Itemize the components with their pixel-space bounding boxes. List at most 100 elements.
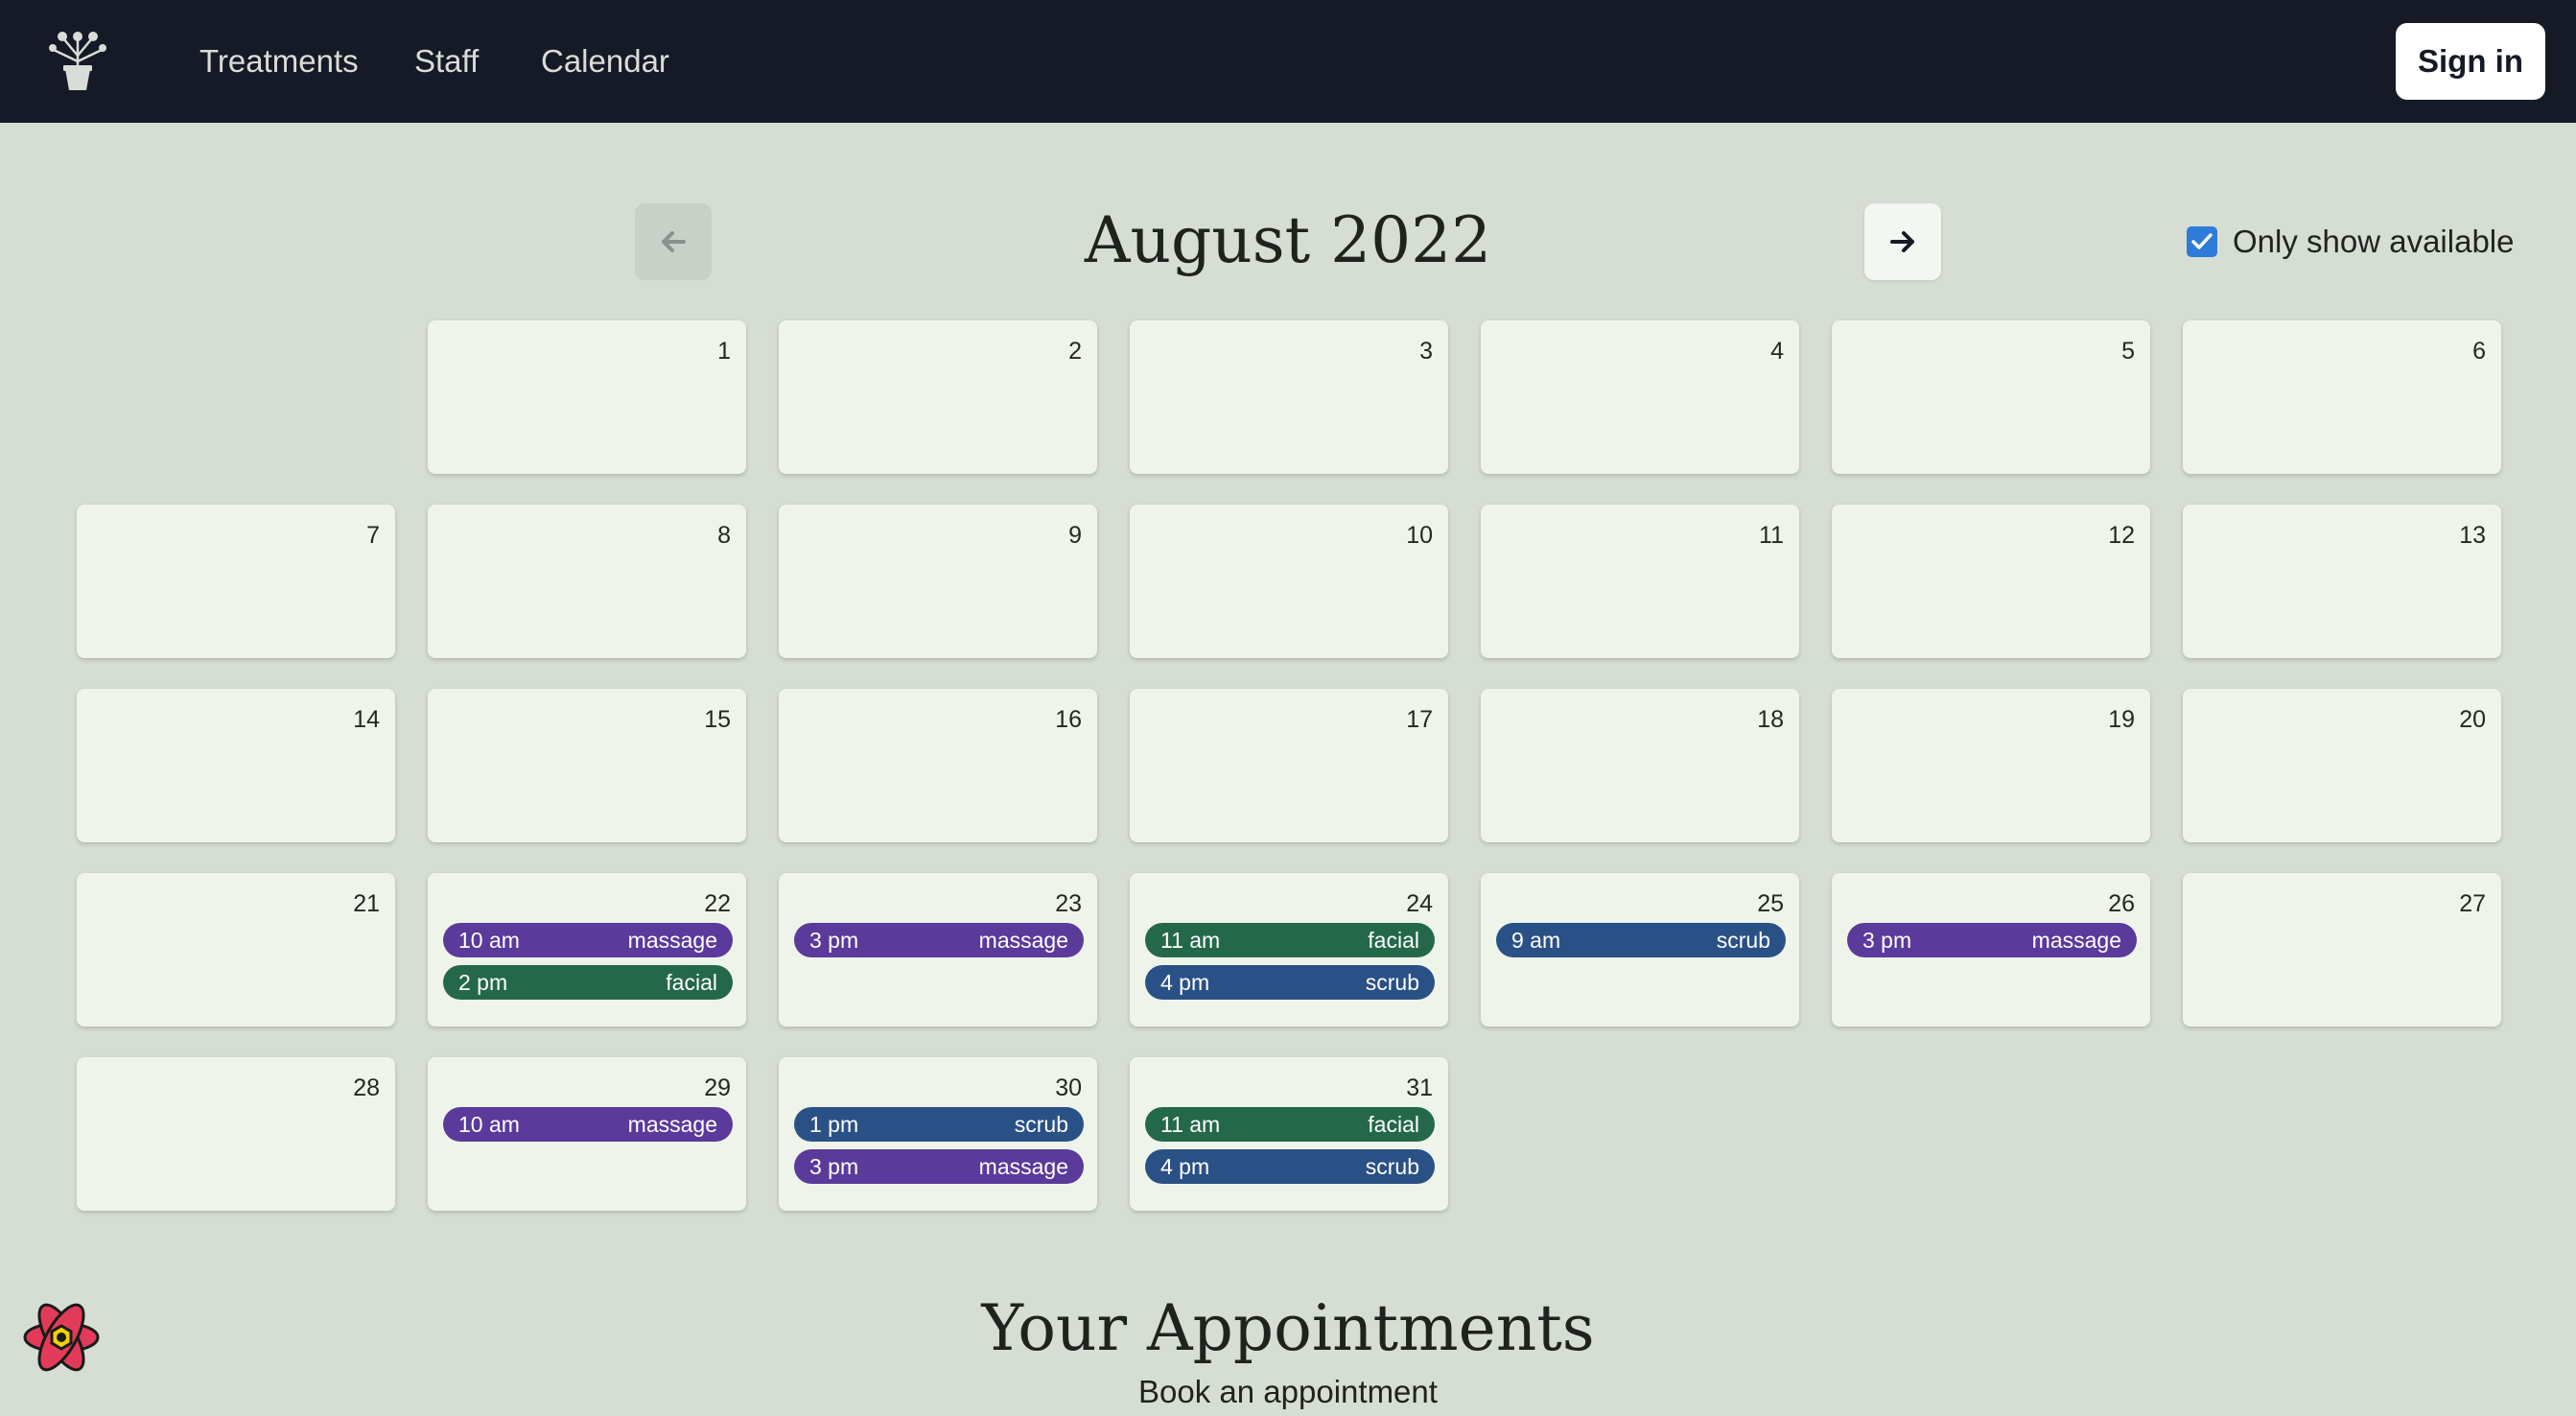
- appointment-treatment: facial: [1368, 927, 1419, 953]
- appointment-slot[interactable]: 4 pm scrub: [1145, 1149, 1435, 1184]
- book-appointment-link[interactable]: Book an appointment: [959, 1374, 1617, 1410]
- calendar-day-10: 10: [1130, 505, 1448, 658]
- calendar-day-27: 27: [2183, 873, 2501, 1027]
- react-logo-icon[interactable]: [21, 1297, 102, 1378]
- calendar-day-8: 8: [428, 505, 746, 658]
- day-number: 15: [704, 706, 731, 733]
- calendar-day-16: 16: [779, 689, 1097, 842]
- calendar-grid: 1 2 3 4 5 6 7 8 9 10 11 12 13 14 15 16 17 18 19 20 21 22 10 am…: [77, 320, 2501, 1211]
- previous-month-button[interactable]: [635, 203, 712, 280]
- only-available-checkbox[interactable]: [2187, 226, 2217, 257]
- calendar-day-24: 24 11 am facial 4 pm scrub: [1130, 873, 1448, 1027]
- appointment-slot[interactable]: 2 pm facial: [443, 965, 733, 1000]
- day-number: 17: [1406, 706, 1433, 733]
- day-number: 28: [353, 1074, 380, 1101]
- calendar-day-6: 6: [2183, 320, 2501, 474]
- day-number: 8: [717, 522, 731, 549]
- calendar-day-4: 4: [1481, 320, 1799, 474]
- nav-link-calendar[interactable]: Calendar: [541, 38, 669, 84]
- sign-in-button[interactable]: Sign in: [2396, 23, 2545, 100]
- day-number: 18: [1757, 706, 1784, 733]
- day-number: 30: [1055, 1074, 1082, 1101]
- appointment-time: 10 am: [458, 1111, 520, 1137]
- day-number: 21: [353, 890, 380, 917]
- calendar-day-18: 18: [1481, 689, 1799, 842]
- appointment-slot[interactable]: 10 am massage: [443, 1107, 733, 1142]
- appointment-treatment: scrub: [1014, 1111, 1068, 1137]
- calendar-day-12: 12: [1832, 505, 2150, 658]
- appointment-slot[interactable]: 1 pm scrub: [794, 1107, 1084, 1142]
- calendar-day-28: 28: [77, 1057, 395, 1211]
- day-number: 3: [1419, 338, 1433, 365]
- calendar-day-22: 22 10 am massage 2 pm facial: [428, 873, 746, 1027]
- appointment-treatment: facial: [1368, 1111, 1419, 1137]
- appointment-treatment: scrub: [1365, 969, 1419, 995]
- appointment-slot[interactable]: 11 am facial: [1145, 923, 1435, 957]
- day-number: 12: [2108, 522, 2135, 549]
- day-number: 19: [2108, 706, 2135, 733]
- checkmark-icon: [2191, 233, 2213, 249]
- calendar-day-7: 7: [77, 505, 395, 658]
- appointment-treatment: facial: [666, 969, 717, 995]
- calendar-day-20: 20: [2183, 689, 2501, 842]
- flower-pot-icon[interactable]: [46, 27, 109, 94]
- appointment-treatment: massage: [627, 927, 717, 953]
- appointment-slot[interactable]: 3 pm massage: [1847, 923, 2137, 957]
- appointment-treatment: massage: [978, 927, 1068, 953]
- calendar-day-5: 5: [1832, 320, 2150, 474]
- calendar-day-2: 2: [779, 320, 1097, 474]
- day-number: 14: [353, 706, 380, 733]
- calendar-day-23: 23 3 pm massage: [779, 873, 1097, 1027]
- day-number: 9: [1068, 522, 1082, 549]
- calendar-day-13: 13: [2183, 505, 2501, 658]
- top-navbar: Treatments Staff Calendar Sign in: [0, 0, 2576, 123]
- next-month-button[interactable]: [1864, 203, 1941, 280]
- appointment-time: 1 pm: [809, 1111, 859, 1137]
- calendar-day-1: 1: [428, 320, 746, 474]
- calendar-day-15: 15: [428, 689, 746, 842]
- appointment-time: 2 pm: [458, 969, 508, 995]
- appointment-time: 4 pm: [1160, 1153, 1210, 1179]
- your-appointments-title: Your Appointments: [981, 1291, 1595, 1365]
- arrow-left-icon: [662, 231, 686, 252]
- day-number: 6: [2472, 338, 2486, 365]
- day-number: 7: [366, 522, 380, 549]
- month-title: August 2022: [1084, 203, 1492, 277]
- day-number: 10: [1406, 522, 1433, 549]
- appointment-time: 3 pm: [809, 927, 859, 953]
- appointment-time: 9 am: [1511, 927, 1561, 953]
- calendar-day-30: 30 1 pm scrub 3 pm massage: [779, 1057, 1097, 1211]
- calendar-day-9: 9: [779, 505, 1097, 658]
- calendar-day-25: 25 9 am scrub: [1481, 873, 1799, 1027]
- day-number: 29: [704, 1074, 731, 1101]
- appointment-slot[interactable]: 10 am massage: [443, 923, 733, 957]
- nav-link-treatments[interactable]: Treatments: [199, 38, 359, 84]
- appointment-treatment: scrub: [1716, 927, 1770, 953]
- appointment-treatment: massage: [2031, 927, 2121, 953]
- appointment-time: 11 am: [1160, 927, 1221, 953]
- appointment-slot[interactable]: 11 am facial: [1145, 1107, 1435, 1142]
- arrow-right-icon: [1890, 231, 1914, 252]
- appointment-time: 3 pm: [1862, 927, 1912, 953]
- day-number: 23: [1055, 890, 1082, 917]
- appointment-time: 10 am: [458, 927, 520, 953]
- appointment-slot[interactable]: 3 pm massage: [794, 1149, 1084, 1184]
- calendar-day-21: 21: [77, 873, 395, 1027]
- calendar-day-3: 3: [1130, 320, 1448, 474]
- appointment-time: 11 am: [1160, 1111, 1221, 1137]
- calendar-day-31: 31 11 am facial 4 pm scrub: [1130, 1057, 1448, 1211]
- calendar-day-11: 11: [1481, 505, 1799, 658]
- day-number: 1: [717, 338, 731, 365]
- appointment-treatment: massage: [978, 1153, 1068, 1179]
- appointment-slot[interactable]: 4 pm scrub: [1145, 965, 1435, 1000]
- appointment-time: 3 pm: [809, 1153, 859, 1179]
- appointment-slot[interactable]: 3 pm massage: [794, 923, 1084, 957]
- day-number: 2: [1068, 338, 1082, 365]
- only-available-toggle[interactable]: Only show available: [2187, 219, 2515, 265]
- calendar-day-14: 14: [77, 689, 395, 842]
- nav-link-staff[interactable]: Staff: [414, 38, 479, 84]
- day-number: 20: [2459, 706, 2486, 733]
- day-number: 24: [1406, 890, 1433, 917]
- appointment-slot[interactable]: 9 am scrub: [1496, 923, 1786, 957]
- calendar-day-17: 17: [1130, 689, 1448, 842]
